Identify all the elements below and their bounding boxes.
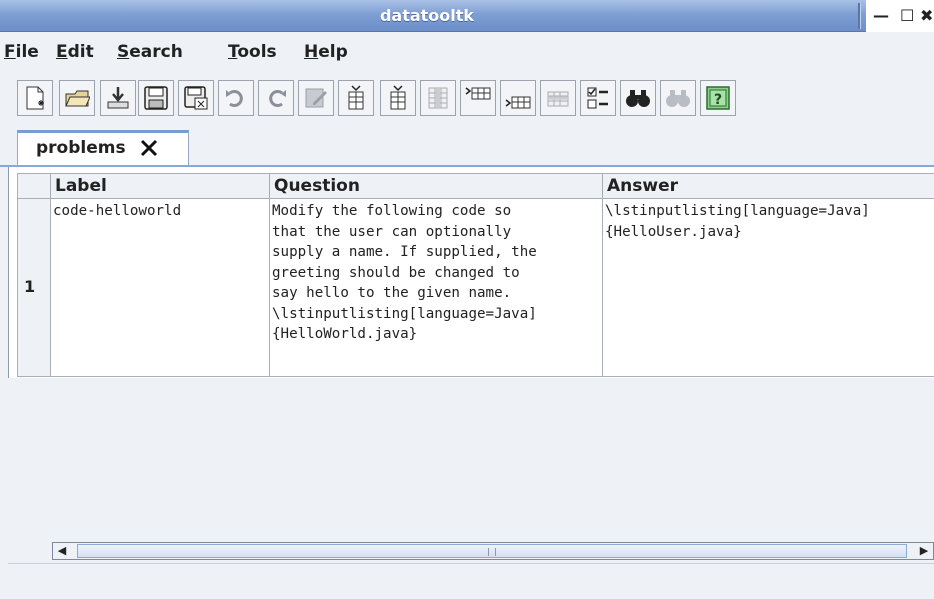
- find-button[interactable]: [620, 80, 656, 116]
- scroll-left-button[interactable]: ◀: [53, 543, 71, 559]
- tab-strip: problems: [0, 130, 934, 166]
- help-icon: ?: [706, 86, 730, 110]
- remove-row-icon: [547, 91, 569, 107]
- cell-answer[interactable]: \lstinputlisting[language=Java] {HelloUs…: [603, 199, 934, 377]
- properties-button[interactable]: [580, 80, 616, 116]
- close-window-button[interactable]: ✖: [920, 0, 933, 32]
- properties-icon: [587, 87, 608, 109]
- insert-column-after-button[interactable]: [380, 80, 416, 116]
- insert-column-before-button[interactable]: [338, 80, 374, 116]
- save-icon: [144, 86, 168, 110]
- insert-column-after-icon: [390, 85, 406, 110]
- insert-row-before-icon: [465, 87, 491, 100]
- open-button[interactable]: [59, 80, 95, 116]
- tab-problems[interactable]: problems: [17, 130, 189, 166]
- table-empty-area: [8, 378, 934, 594]
- find-again-icon: [666, 90, 690, 107]
- redo-icon: [269, 90, 286, 107]
- tab-label: problems: [36, 138, 126, 158]
- find-icon: [626, 90, 650, 107]
- insert-row-after-button[interactable]: [500, 80, 536, 116]
- menu-tools[interactable]: Tools: [228, 42, 277, 62]
- new-file-icon: [26, 86, 44, 110]
- horizontal-scrollbar[interactable]: ◀ ▶: [52, 542, 934, 560]
- menu-edit[interactable]: Edit: [56, 42, 94, 62]
- menu-help[interactable]: Help: [304, 42, 348, 62]
- menu-bar: File Edit Search Tools Help: [0, 32, 934, 74]
- toolbar: ?: [0, 74, 934, 130]
- new-button[interactable]: [17, 80, 53, 116]
- scroll-grip-icon: [488, 548, 496, 556]
- edit-cell-button[interactable]: [298, 80, 334, 116]
- window-title: datatooltk: [379, 6, 475, 25]
- scroll-thumb[interactable]: [77, 544, 907, 558]
- menu-file[interactable]: File: [4, 42, 39, 62]
- maximize-button[interactable]: ☐: [900, 0, 914, 32]
- cell-label[interactable]: code-helloworld: [51, 199, 270, 377]
- title-separator: [858, 3, 861, 29]
- scroll-right-button[interactable]: ▶: [915, 543, 933, 559]
- insert-row-before-button[interactable]: [460, 80, 496, 116]
- edit-cell-icon: [305, 88, 327, 108]
- window-controls: — ☐ ✖: [866, 0, 934, 32]
- title-bar: datatooltk — ☐ ✖: [0, 0, 934, 32]
- save-as-icon: [184, 86, 208, 110]
- save-as-button[interactable]: [178, 80, 214, 116]
- column-header-question[interactable]: Question: [270, 173, 603, 199]
- status-bar: [8, 563, 934, 599]
- row-header[interactable]: 1: [17, 199, 51, 377]
- undo-button[interactable]: [218, 80, 254, 116]
- open-folder-icon: [65, 90, 90, 107]
- remove-row-button[interactable]: [540, 80, 576, 116]
- find-again-button[interactable]: [660, 80, 696, 116]
- undo-icon: [226, 90, 243, 107]
- remove-column-icon: [428, 87, 448, 109]
- column-header-label[interactable]: Label: [51, 173, 270, 199]
- insert-row-after-icon: [505, 96, 531, 109]
- insert-column-before-icon: [348, 85, 364, 110]
- import-button[interactable]: [100, 80, 136, 116]
- minimize-button[interactable]: —: [873, 0, 889, 32]
- help-button[interactable]: ?: [700, 80, 736, 116]
- cell-question[interactable]: Modify the following code so that the us…: [270, 199, 603, 377]
- column-header-answer[interactable]: Answer: [603, 173, 934, 199]
- svg-text:?: ?: [714, 92, 722, 108]
- remove-column-button[interactable]: [420, 80, 456, 116]
- menu-search[interactable]: Search: [117, 42, 183, 62]
- data-table: Label Question Answer 1 code-helloworld …: [17, 173, 934, 377]
- import-icon: [107, 87, 129, 109]
- save-button[interactable]: [138, 80, 174, 116]
- close-tab-icon[interactable]: [138, 137, 160, 159]
- table-corner: [17, 173, 51, 199]
- redo-button[interactable]: [258, 80, 294, 116]
